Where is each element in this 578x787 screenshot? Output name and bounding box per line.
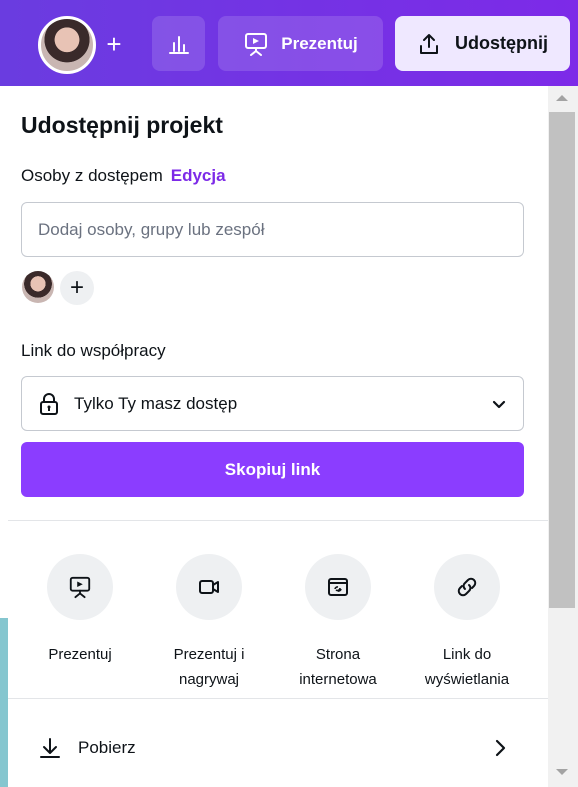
- add-person-button[interactable]: +: [60, 271, 94, 305]
- chevron-right-icon: [495, 739, 506, 757]
- collaborator-avatar[interactable]: [22, 271, 54, 303]
- action-present-circle[interactable]: [47, 554, 113, 620]
- scroll-thumb[interactable]: [549, 112, 575, 608]
- action-website-label: Strona internetowa: [299, 646, 377, 688]
- present-button-label: Prezentuj: [281, 33, 358, 53]
- download-row[interactable]: Pobierz: [38, 730, 508, 766]
- panel-title: Udostępnij projekt: [21, 112, 223, 138]
- bar-chart-icon: [168, 35, 189, 54]
- lock-icon: [38, 392, 60, 416]
- scroll-up-arrow-icon[interactable]: [556, 95, 568, 101]
- share-panel: Udostępnij projekt Osoby z dostępem Edycj…: [8, 86, 548, 787]
- action-view-link-circle[interactable]: [434, 554, 500, 620]
- link-access-select[interactable]: Tylko Ty masz dostęp: [21, 376, 524, 431]
- action-present-record-circle[interactable]: [176, 554, 242, 620]
- present-icon: [245, 32, 268, 56]
- present-icon: [69, 576, 91, 599]
- download-icon: [40, 738, 60, 758]
- insights-button[interactable]: [152, 16, 205, 71]
- action-present-record[interactable]: Prezentuj i nagrywaj: [154, 554, 264, 692]
- share-upload-icon: [420, 33, 438, 54]
- camera-icon: [199, 580, 219, 594]
- action-present-label: Prezentuj: [48, 646, 112, 663]
- edit-link[interactable]: Edycja: [171, 166, 226, 185]
- download-label: Pobierz: [78, 738, 136, 757]
- website-icon: [328, 578, 348, 596]
- share-button[interactable]: Udostępnij: [395, 16, 570, 71]
- copy-link-button[interactable]: Skopiuj link: [21, 442, 524, 497]
- people-access-row: Osoby z dostępem Edycja: [21, 166, 226, 186]
- section-divider: [8, 520, 548, 521]
- present-button[interactable]: Prezentuj: [218, 16, 383, 71]
- add-people-input[interactable]: [21, 202, 524, 257]
- section-divider: [8, 698, 548, 699]
- panel-scrollbar[interactable]: [548, 86, 578, 787]
- user-avatar[interactable]: [38, 16, 96, 74]
- people-access-label: Osoby z dostępem: [21, 166, 163, 185]
- share-button-label: Udostępnij: [455, 33, 548, 53]
- link-icon: [457, 577, 477, 597]
- action-present-record-label: Prezentuj i nagrywaj: [173, 646, 245, 688]
- action-view-link-label: Link do wyświetlania: [424, 646, 510, 688]
- action-view-link[interactable]: Link do wyświetlania: [412, 554, 522, 692]
- editor-toolbar: + Prezentuj Udostępnij: [0, 0, 578, 86]
- canvas-edge: [0, 618, 8, 787]
- action-website[interactable]: Strona internetowa: [283, 554, 393, 692]
- invite-button[interactable]: +: [99, 26, 129, 62]
- action-website-circle[interactable]: [305, 554, 371, 620]
- chevron-down-icon: [492, 400, 506, 408]
- action-present[interactable]: Prezentuj: [25, 554, 135, 667]
- link-access-value: Tylko Ty masz dostęp: [74, 393, 238, 413]
- scroll-down-arrow-icon[interactable]: [556, 769, 568, 775]
- collab-link-label: Link do współpracy: [21, 341, 166, 360]
